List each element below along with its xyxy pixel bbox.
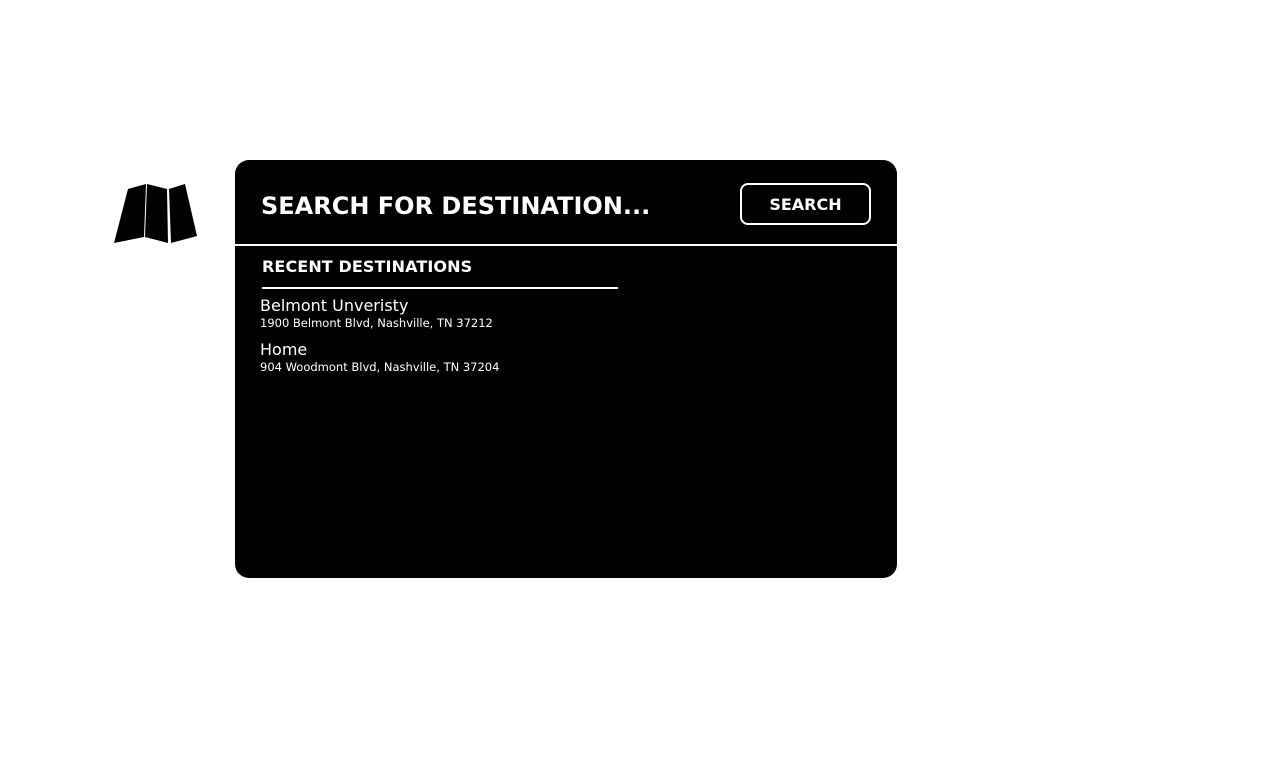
search-button[interactable]: SEARCH [740,183,871,225]
destination-address: 1900 Belmont Blvd, Nashville, TN 37212 [260,316,493,330]
recent-destinations-divider [262,287,618,289]
destination-panel: SEARCH RECENT DESTINATIONS Belmont Unver… [235,160,897,578]
destination-address: 904 Woodmont Blvd, Nashville, TN 37204 [260,360,500,374]
recent-destination-item[interactable]: Belmont Unveristy 1900 Belmont Blvd, Nas… [260,296,660,330]
destination-search-input[interactable] [261,186,701,226]
recent-destination-item[interactable]: Home 904 Woodmont Blvd, Nashville, TN 37… [260,340,660,374]
destination-name: Belmont Unveristy [260,296,409,315]
header-divider [235,244,897,246]
page: SEARCH RECENT DESTINATIONS Belmont Unver… [0,0,1280,768]
recent-destinations-heading: RECENT DESTINATIONS [262,257,473,276]
destination-name: Home [260,340,308,359]
folded-map-icon [114,184,197,243]
recent-destinations-list: Belmont Unveristy 1900 Belmont Blvd, Nas… [260,296,660,384]
